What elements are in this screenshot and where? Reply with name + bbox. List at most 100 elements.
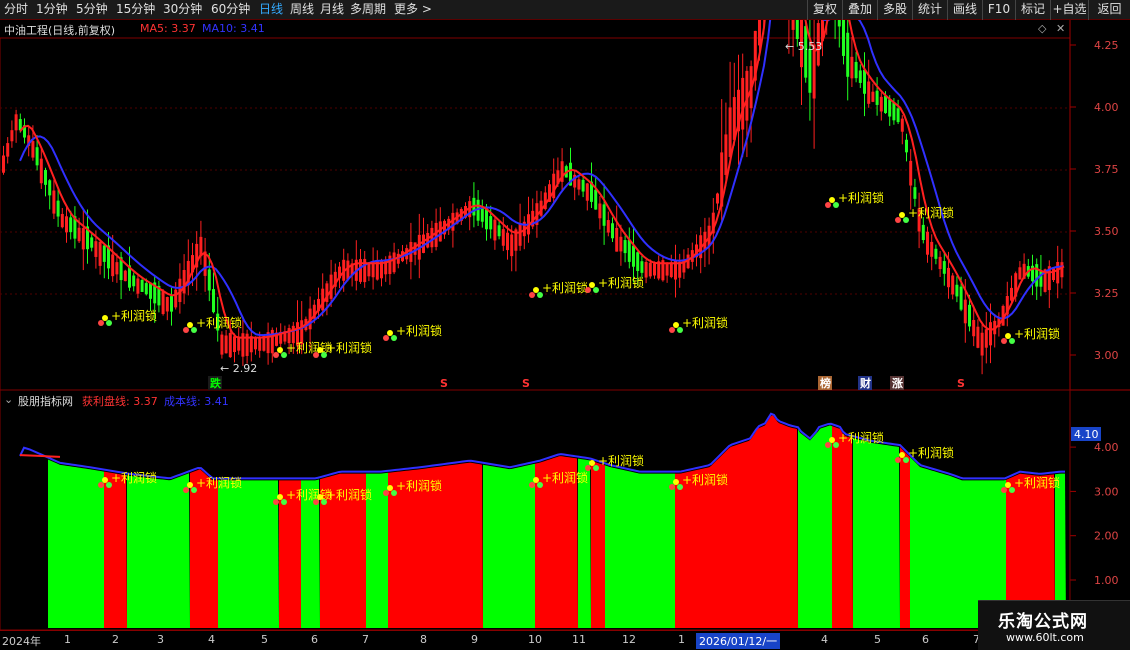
mark-button[interactable]: 标记	[1015, 0, 1050, 20]
profit-band-green	[483, 463, 535, 628]
candle	[968, 304, 971, 327]
signal-ball-icon	[273, 352, 279, 358]
more-button[interactable]: 更多 >	[394, 1, 432, 18]
candle	[758, 0, 761, 46]
candle	[871, 91, 875, 102]
signal-ball-icon	[1005, 482, 1011, 488]
event-label: S	[957, 377, 965, 390]
candle	[115, 262, 119, 275]
candle	[963, 299, 967, 324]
candle	[254, 338, 257, 350]
candle	[39, 158, 43, 184]
candle	[585, 183, 589, 201]
candle	[123, 270, 127, 282]
profit-line-legend: 获利盘线: 3.37	[82, 395, 158, 408]
profit-band-red	[190, 469, 218, 628]
candle	[346, 260, 350, 280]
candle	[102, 245, 106, 262]
candle	[174, 289, 178, 308]
collapse-icon[interactable]: ⌄	[4, 393, 13, 406]
ma10-legend: MA10: 3.41	[202, 22, 265, 35]
date-tick: 12	[622, 633, 636, 646]
period-tab[interactable]: 月线	[320, 1, 344, 18]
profit-band-red	[591, 460, 605, 628]
candle	[741, 77, 745, 130]
candle	[867, 81, 871, 104]
candle	[984, 329, 988, 348]
period-tab[interactable]: 30分钟	[163, 1, 202, 18]
date-tick: 2024年	[2, 635, 41, 648]
candle	[31, 141, 35, 158]
candle	[884, 95, 887, 114]
candle	[161, 290, 165, 315]
candle	[594, 189, 598, 210]
signal-ball-icon	[317, 494, 323, 500]
candle	[615, 227, 619, 252]
event-label: 跌	[210, 376, 222, 390]
current-value: 4.10	[1074, 428, 1099, 441]
candle	[65, 216, 68, 233]
period-tab[interactable]: 周线	[290, 1, 314, 18]
profit-band-red	[104, 471, 127, 628]
close-icon[interactable]: ✕	[1056, 22, 1065, 35]
adjust-button[interactable]: 复权	[807, 0, 842, 20]
axis-label: 3.50	[1094, 225, 1119, 238]
signal-ball-icon	[1005, 333, 1011, 339]
signal-ball-icon	[829, 437, 835, 443]
candle	[144, 283, 148, 295]
watermark-logo: 乐淘公式网 www.60lt.com	[978, 600, 1130, 650]
axis-label: 3.25	[1094, 287, 1119, 300]
candle	[371, 262, 375, 278]
candle	[52, 190, 56, 214]
diamond-icon[interactable]: ◇	[1038, 22, 1046, 35]
signal-ball-icon	[585, 287, 591, 293]
period-tab[interactable]: 60分钟	[211, 1, 250, 18]
back-button[interactable]: 返回	[1088, 0, 1130, 20]
profit-band-red	[900, 447, 910, 628]
candle	[791, 0, 795, 30]
period-tab[interactable]: 5分钟	[76, 1, 108, 18]
signal-ball-icon	[383, 335, 389, 341]
profit-band-green	[48, 459, 104, 628]
indicator-title[interactable]: 股朋指标网	[18, 393, 73, 409]
signal-label: +利润锁	[196, 475, 242, 490]
period-tab[interactable]: 分时	[4, 1, 28, 18]
multi-stock-button[interactable]: 多股	[877, 0, 912, 20]
period-tab[interactable]: 1分钟	[36, 1, 68, 18]
kline-chart[interactable]: 5.505.255.004.754.504.254.003.753.503.25…	[0, 0, 1130, 631]
candle	[606, 220, 610, 233]
stats-button[interactable]: 统计	[912, 0, 947, 20]
candle	[644, 261, 648, 278]
candle	[728, 107, 732, 157]
candle	[921, 224, 925, 241]
candle	[669, 262, 673, 278]
add-watchlist-button[interactable]: +自选	[1050, 0, 1088, 20]
signal-label: +利润锁	[682, 315, 728, 330]
stock-title[interactable]: 中油工程(日线,前复权)	[4, 22, 115, 38]
candle	[136, 278, 140, 294]
period-tab[interactable]: 多周期	[350, 1, 386, 18]
axis-label: 4.00	[1094, 441, 1119, 454]
candle	[665, 263, 669, 276]
date-tick: 9	[471, 633, 478, 646]
f10-button[interactable]: F10	[982, 0, 1015, 20]
signal-label: +利润锁	[111, 470, 157, 485]
candle	[233, 336, 236, 353]
date-tick: 4	[208, 633, 215, 646]
date-tick: 10	[528, 633, 542, 646]
period-tab[interactable]: 15分钟	[116, 1, 155, 18]
candle	[947, 267, 950, 288]
chart-area[interactable]: 5.505.255.004.754.504.254.003.753.503.25…	[0, 0, 1130, 631]
candle	[2, 155, 5, 173]
period-tab-daily[interactable]: 日线	[259, 1, 283, 18]
draw-button[interactable]: 画线	[947, 0, 982, 20]
signal-label: +利润锁	[111, 308, 157, 323]
signal-ball-icon	[899, 452, 905, 458]
candle	[854, 61, 858, 79]
candle	[900, 118, 904, 132]
event-label: 财	[859, 376, 871, 390]
overlay-button[interactable]: 叠加	[842, 0, 877, 20]
candle	[1018, 267, 1022, 280]
candle	[926, 231, 929, 255]
profit-band-green	[798, 425, 832, 628]
